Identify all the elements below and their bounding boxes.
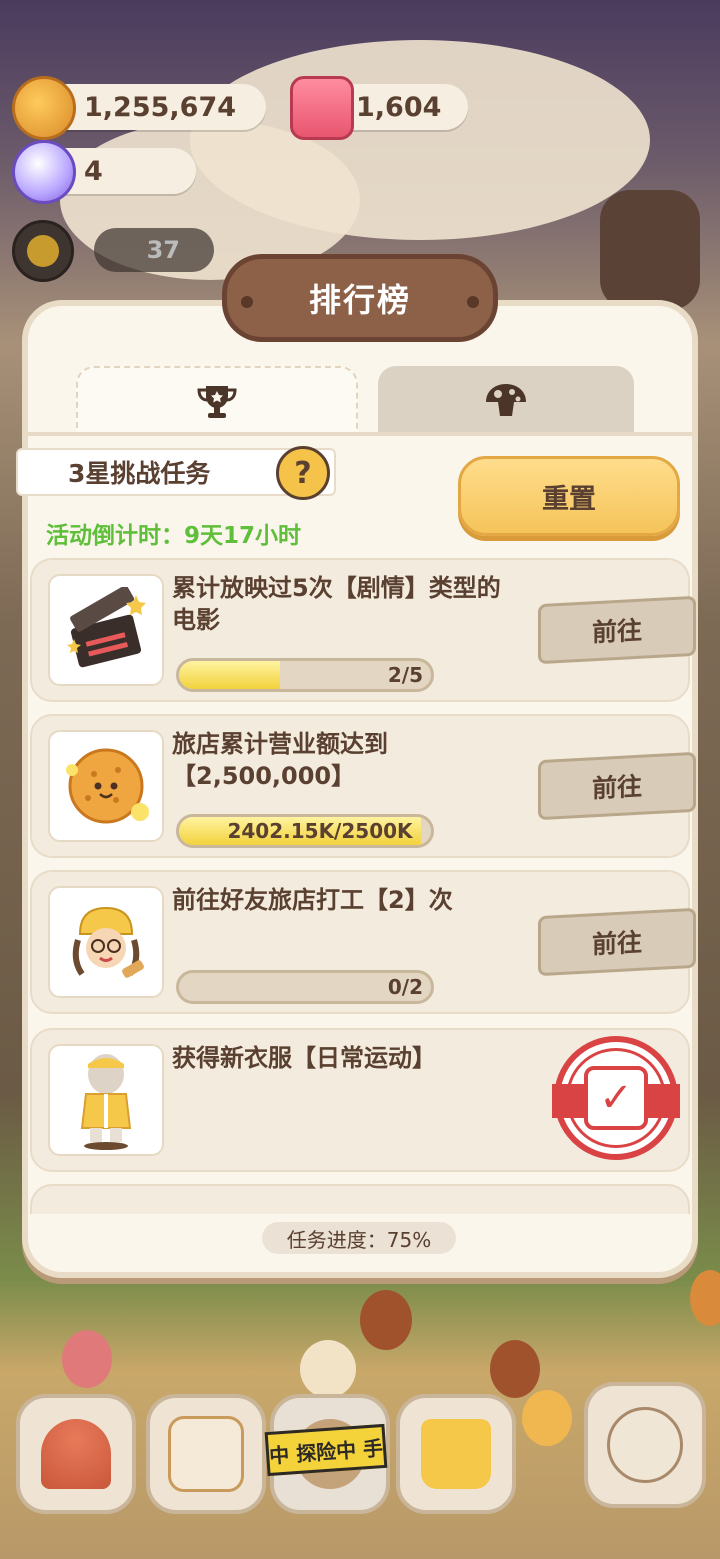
task-card: 旅店累计营业额达到【2,500,000】 2402.15K/2500K 前往 — [30, 714, 696, 858]
mushroom-house-icon — [41, 1419, 111, 1489]
tab-mushroom[interactable] — [378, 366, 634, 434]
reset-button[interactable]: 重置 — [458, 456, 680, 536]
exploring-tag: 中 探险中 手 — [264, 1423, 388, 1477]
task-card: 前往好友旅店打工【2】次 0/2 前往 — [30, 870, 696, 1014]
task-progress-fill — [179, 661, 280, 689]
task-progress-text: 0/2 — [387, 975, 423, 999]
gem-counter[interactable]: 4 — [12, 140, 196, 204]
task-progress-bar: 2/5 — [176, 658, 434, 692]
candy-gem-icon — [12, 140, 76, 204]
gingerbread-character — [690, 1270, 720, 1326]
challenge-title-text: 3星挑战任务 — [68, 459, 211, 488]
cookie-character — [300, 1340, 356, 1398]
tab-divider — [28, 432, 692, 436]
go-button-label: 前往 — [591, 771, 642, 804]
task-progress-bar: 2402.15K/2500K — [176, 814, 434, 848]
mushroom-icon — [486, 384, 526, 416]
candle-counter[interactable]: 1,604 — [290, 76, 468, 140]
task-card: 累计放映过5次【剧情】类型的电影 2/5 前往 — [30, 558, 696, 702]
gingerbread-character — [360, 1290, 412, 1350]
trophy-icon — [197, 386, 237, 418]
go-button-label: 前往 — [591, 927, 642, 960]
house-window — [600, 190, 700, 310]
coin-counter[interactable]: 1,255,674 — [12, 76, 266, 140]
task-card-partial — [30, 1184, 690, 1214]
nav-pet-button[interactable] — [584, 1382, 706, 1508]
pet-icon — [607, 1407, 683, 1483]
visitor-count: 37 — [146, 236, 180, 264]
go-button[interactable]: 前往 — [538, 595, 696, 665]
task-description: 旅店累计营业额达到【2,500,000】 — [172, 730, 388, 790]
outfit-icon — [48, 1044, 164, 1156]
clapperboard-icon — [48, 574, 164, 686]
nav-home-button[interactable] — [16, 1394, 136, 1514]
orange-character — [522, 1390, 572, 1446]
candle-icon — [290, 76, 354, 140]
task-progress-text: 2/5 — [387, 663, 423, 687]
overall-progress: 任务进度：75% — [262, 1222, 456, 1254]
hoodie-icon — [421, 1419, 491, 1489]
task-description: 前往好友旅店打工【2】次 — [172, 886, 453, 914]
cookie-coin-icon — [12, 76, 76, 140]
panel-title: 排行榜 — [308, 281, 411, 319]
event-countdown: 活动倒计时：9天17小时 — [46, 523, 302, 549]
settings-gear-button[interactable] — [12, 220, 74, 282]
help-button[interactable]: ? — [276, 446, 330, 500]
task-progress-text: 2402.15K/2500K — [227, 819, 413, 843]
cookie-coin-icon — [48, 730, 164, 842]
go-button-label: 前往 — [591, 615, 642, 648]
task-progress-bar: 0/2 — [176, 970, 434, 1004]
task-description: 累计放映过5次【剧情】类型的电影 — [172, 574, 501, 634]
go-button[interactable]: 前往 — [538, 907, 696, 977]
worker-icon — [48, 886, 164, 998]
question-mark-icon: ? — [294, 455, 312, 491]
nav-notebook-button[interactable] — [146, 1394, 266, 1514]
checkmark-icon: ✓ — [584, 1066, 648, 1130]
notebook-icon — [168, 1416, 244, 1492]
task-description: 获得新衣服【日常运动】 — [172, 1044, 436, 1072]
gingerbread-character — [490, 1340, 540, 1398]
tab-ranking[interactable] — [76, 366, 358, 436]
reset-button-label: 重置 — [542, 483, 596, 515]
visitor-counter: 37 — [94, 228, 214, 272]
completed-stamp: ✓ — [552, 1036, 680, 1160]
plate-rivet — [467, 296, 479, 308]
go-button[interactable]: 前往 — [538, 751, 696, 821]
plate-rivet — [241, 296, 253, 308]
panel-title-plate: 排行榜 — [222, 254, 498, 342]
nav-wardrobe-button[interactable] — [396, 1394, 516, 1514]
task-card: 获得新衣服【日常运动】 ✓ — [30, 1028, 690, 1172]
pink-character — [62, 1330, 112, 1388]
